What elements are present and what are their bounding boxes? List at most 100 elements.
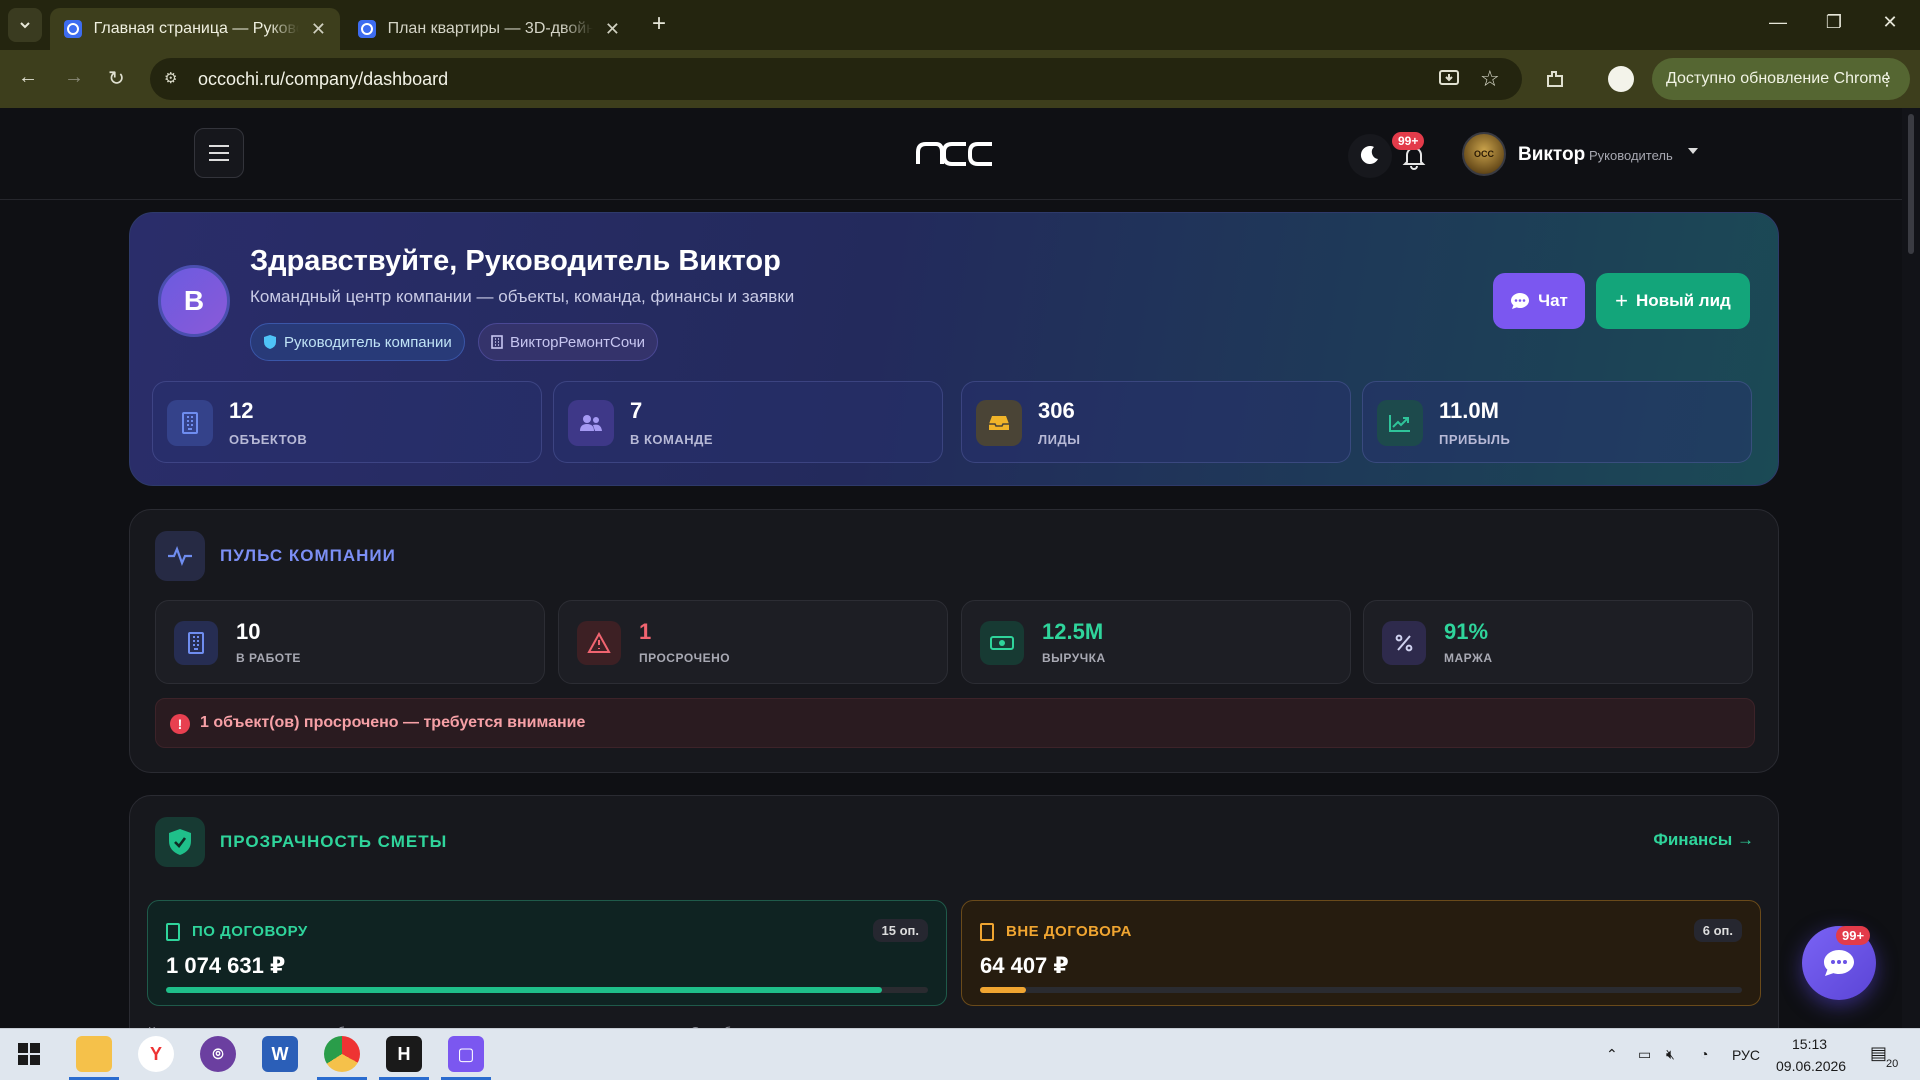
chrome-update-button[interactable]: Доступно обновление Chrome ⋮	[1652, 58, 1910, 100]
tab-search-button[interactable]	[8, 8, 42, 42]
percent-icon	[1382, 621, 1426, 665]
tab-dashboard[interactable]: Главная страница — Руководитель ✕	[50, 8, 340, 50]
chat-bubble-icon	[1511, 293, 1530, 309]
estimate-out-contract[interactable]: ВНЕ ДОГОВОРА 6 оп. 64 407 ₽	[961, 900, 1761, 1006]
chat-button[interactable]: Чат	[1493, 273, 1585, 329]
battery-icon[interactable]: ▭	[1638, 1046, 1651, 1063]
theme-toggle-button[interactable]	[1348, 134, 1392, 178]
building-icon	[491, 335, 503, 349]
pulse-stat-margin[interactable]: 91% МАРЖА	[1363, 600, 1753, 684]
reload-icon[interactable]: ↻	[108, 66, 125, 91]
stat-leads[interactable]: 306 ЛИДЫ	[961, 381, 1351, 463]
page-title: Здравствуйте, Руководитель Виктор	[250, 245, 781, 277]
shield-icon	[264, 335, 276, 349]
new-lead-button-label: Новый лид	[1636, 291, 1731, 310]
stat-label: ПРИБЫЛЬ	[1439, 432, 1511, 447]
users-icon	[568, 400, 614, 446]
pulse-stat-overdue[interactable]: 1 ПРОСРОЧЕНО	[558, 600, 948, 684]
more-menu-icon[interactable]: ⋮	[1878, 69, 1896, 90]
progress-fill	[166, 987, 883, 993]
new-lead-button[interactable]: + Новый лид	[1596, 273, 1750, 329]
stat-label: В РАБОТЕ	[236, 651, 301, 665]
chat-bubble-icon	[1824, 950, 1854, 976]
stat-label: ВЫРУЧКА	[1042, 651, 1106, 665]
yandex-browser-icon[interactable]: Y	[138, 1036, 174, 1072]
finances-link[interactable]: Финансы →	[1653, 830, 1754, 850]
site-settings-icon[interactable]: ⚙	[164, 69, 184, 89]
user-role[interactable]: Руководитель	[1589, 148, 1673, 163]
bookmark-star-icon[interactable]: ☆	[1480, 66, 1500, 92]
word-icon[interactable]: W	[262, 1036, 298, 1072]
page-scrollbar[interactable]	[1902, 108, 1920, 1028]
wifi-icon[interactable]: ◔	[1700, 1046, 1708, 1062]
welcome-hero: В Здравствуйте, Руководитель Виктор Кома…	[129, 212, 1779, 486]
new-tab-button[interactable]: +	[652, 10, 666, 38]
restore-button[interactable]: ❐	[1806, 12, 1862, 33]
forward-arrow-icon[interactable]: →	[64, 66, 84, 89]
close-icon[interactable]: ✕	[311, 19, 326, 40]
caret-down-icon[interactable]	[1688, 148, 1698, 154]
stat-value: 10	[236, 619, 261, 644]
stat-label: ПРОСРОЧЕНО	[639, 651, 731, 665]
volume-muted-icon[interactable]: 🔇︎	[1666, 1046, 1675, 1063]
estimate-in-contract[interactable]: ПО ДОГОВОРУ 15 оп. 1 074 631 ₽	[147, 900, 947, 1006]
address-bar[interactable]: ⚙ occochi.ru/company/dashboard ☆	[150, 58, 1522, 100]
avatar-logo-text: OCC	[1474, 149, 1494, 159]
user-name[interactable]: Виктор	[1518, 144, 1585, 166]
user-avatar[interactable]: OCC	[1462, 132, 1506, 176]
role-chip: Руководитель компании	[250, 323, 465, 361]
stat-objects[interactable]: 12 ОБЪЕКТОВ	[152, 381, 542, 463]
extensions-icon[interactable]	[1544, 68, 1566, 90]
money-icon	[980, 621, 1024, 665]
scrollbar-thumb[interactable]	[1908, 114, 1914, 254]
url-text[interactable]: occochi.ru/company/dashboard	[198, 69, 448, 90]
stat-label: ОБЪЕКТОВ	[229, 432, 308, 447]
chrome-icon[interactable]	[324, 1036, 360, 1072]
section-title: ПРОЗРАЧНОСТЬ СМЕТЫ	[220, 832, 448, 851]
stat-value: 7	[630, 398, 643, 423]
operations-count: 15 оп.	[872, 919, 928, 942]
windows-start-icon[interactable]	[18, 1043, 40, 1065]
stat-value: 11.0M	[1439, 398, 1499, 423]
moon-icon	[1360, 146, 1378, 165]
stat-profit[interactable]: 11.0M ПРИБЫЛЬ	[1362, 381, 1752, 463]
pulse-stat-in-progress[interactable]: 10 В РАБОТЕ	[155, 600, 545, 684]
app-purple-icon[interactable]: ▢	[448, 1036, 484, 1072]
document-icon	[980, 923, 994, 941]
tab-apartment-plan[interactable]: План квартиры — 3D-двойник ✕	[344, 8, 634, 50]
stat-label: МАРЖА	[1444, 651, 1493, 665]
chat-button-label: Чат	[1538, 291, 1568, 310]
close-icon[interactable]: ✕	[605, 19, 620, 40]
minimize-button[interactable]: —	[1750, 12, 1806, 33]
estimate-amount: 1 074 631 ₽	[166, 953, 286, 978]
close-window-button[interactable]: ✕	[1862, 12, 1918, 33]
company-chip-label: ВикторРемонтСочи	[510, 333, 646, 351]
github-icon[interactable]: ⌾	[200, 1036, 236, 1072]
estimate-amount: 64 407 ₽	[980, 953, 1069, 978]
shield-check-icon	[155, 817, 205, 867]
occ-logo[interactable]	[914, 140, 994, 168]
pulse-stat-revenue[interactable]: 12.5M ВЫРУЧКА	[961, 600, 1351, 684]
file-explorer-icon[interactable]	[76, 1036, 112, 1072]
overdue-alert[interactable]: ! 1 объект(ов) просрочено — требуется вн…	[155, 698, 1755, 748]
trending-up-icon	[1377, 400, 1423, 446]
install-app-icon[interactable]	[1438, 69, 1460, 89]
profile-avatar[interactable]	[1608, 66, 1634, 92]
progress-fill	[980, 987, 1026, 993]
company-pulse-card: ПУЛЬС КОМПАНИИ 10 В РАБОТЕ 1 ПРОСРОЧЕНО …	[129, 509, 1779, 773]
app-h-icon[interactable]: H	[386, 1036, 422, 1072]
company-chip[interactable]: ВикторРемонтСочи	[478, 323, 659, 361]
stat-label: ЛИДЫ	[1038, 432, 1081, 447]
stat-label: В КОМАНДЕ	[630, 432, 714, 447]
language-indicator[interactable]: РУС	[1732, 1047, 1760, 1063]
hamburger-menu-button[interactable]	[194, 128, 244, 178]
clock-date[interactable]: 09.06.2026	[1776, 1058, 1846, 1074]
stat-team[interactable]: 7 В КОМАНДЕ	[553, 381, 943, 463]
chat-unread-badge: 99+	[1836, 926, 1871, 945]
tray-overflow-icon[interactable]: ⌃	[1606, 1046, 1618, 1063]
notification-center-icon[interactable]: ▤	[1870, 1043, 1887, 1064]
back-arrow-icon[interactable]: ←	[18, 66, 38, 89]
clock-time[interactable]: 15:13	[1792, 1036, 1827, 1052]
stat-value: 91%	[1444, 619, 1489, 644]
alert-text: 1 объект(ов) просрочено — требуется вним…	[200, 714, 586, 731]
